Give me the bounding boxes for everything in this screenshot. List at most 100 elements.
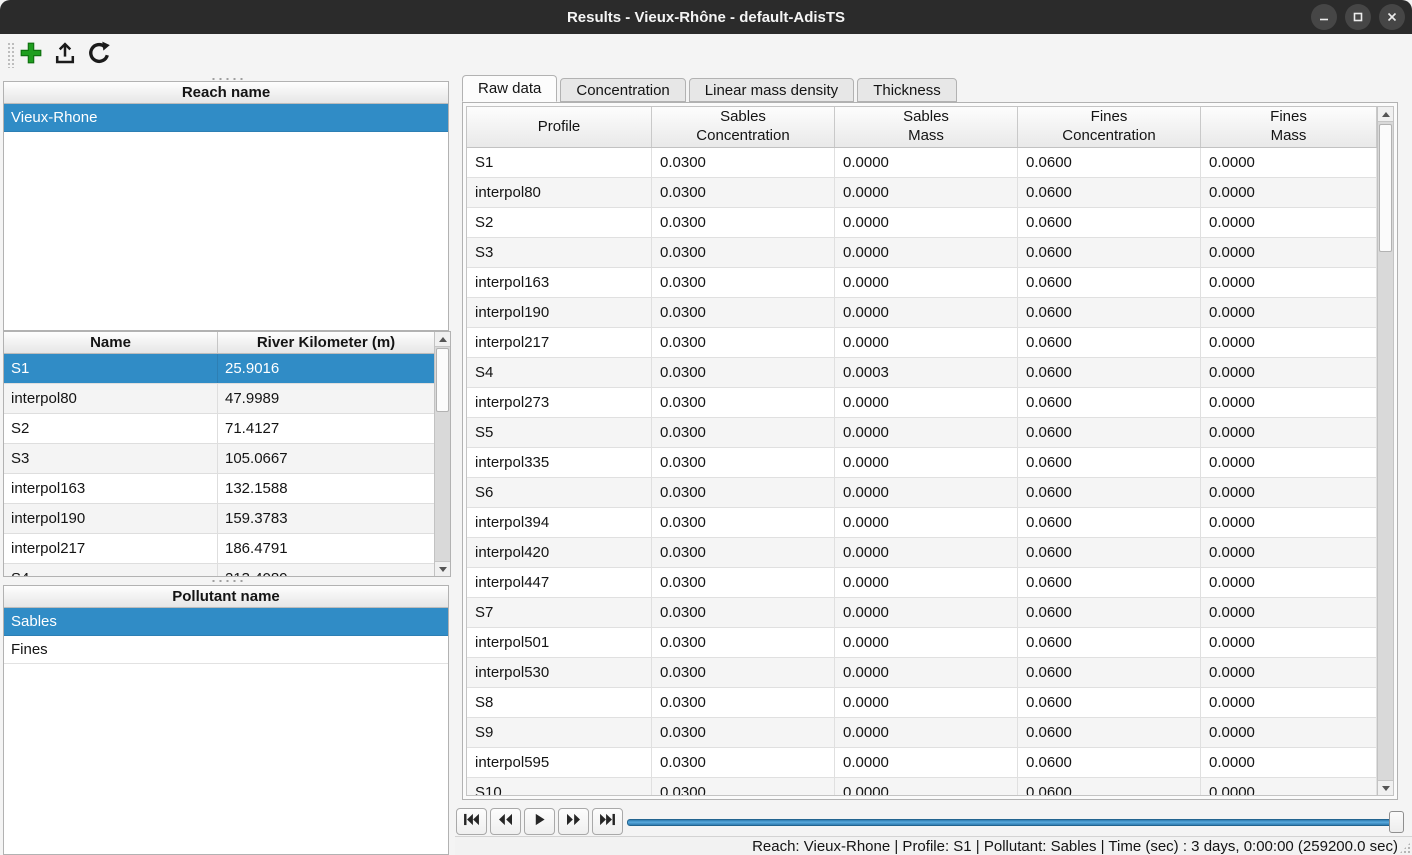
profile-row[interactable]: interpol8047.9989	[4, 384, 434, 414]
status-bar: Reach: Vieux-Rhone | Profile: S1 | Pollu…	[455, 836, 1412, 855]
table-cell: interpol595	[467, 748, 652, 777]
scrollbar-thumb[interactable]	[436, 348, 449, 412]
maximize-button[interactable]	[1345, 4, 1371, 30]
close-button[interactable]	[1379, 4, 1405, 30]
table-cell: 0.0000	[1201, 208, 1377, 237]
profile-row[interactable]: S4213.4089	[4, 564, 434, 576]
seek-backward-button[interactable]	[490, 808, 521, 835]
profile-row[interactable]: interpol163132.1588	[4, 474, 434, 504]
header-line: Profile	[538, 118, 581, 137]
table-cell: 0.0300	[652, 478, 835, 507]
reach-panel: Reach name Vieux-Rhone	[3, 81, 449, 331]
table-cell: 0.0000	[1201, 508, 1377, 537]
add-button[interactable]	[16, 40, 46, 70]
table-cell: S8	[467, 688, 652, 717]
profile-name-cell: interpol163	[4, 474, 218, 503]
table-cell: 0.0300	[652, 568, 835, 597]
table-row[interactable]: S80.03000.00000.06000.0000	[467, 688, 1377, 718]
table-row[interactable]: S30.03000.00000.06000.0000	[467, 238, 1377, 268]
window-controls	[1311, 4, 1405, 30]
table-row[interactable]: S20.03000.00000.06000.0000	[467, 208, 1377, 238]
profile-row[interactable]: S271.4127	[4, 414, 434, 444]
table-cell: 0.0000	[1201, 238, 1377, 267]
tab-raw-data[interactable]: Raw data	[462, 75, 557, 102]
table-cell: 0.0600	[1018, 598, 1201, 627]
table-row[interactable]: interpol5300.03000.00000.06000.0000	[467, 658, 1377, 688]
table-row[interactable]: S70.03000.00000.06000.0000	[467, 598, 1377, 628]
table-cell: S2	[467, 208, 652, 237]
splitter-handle[interactable]	[210, 578, 246, 582]
skip-backward-button[interactable]	[456, 808, 487, 835]
play-button[interactable]	[524, 808, 555, 835]
table-row[interactable]: interpol4200.03000.00000.06000.0000	[467, 538, 1377, 568]
results-column-header[interactable]: SablesMass	[835, 107, 1018, 147]
table-row[interactable]: interpol2170.03000.00000.06000.0000	[467, 328, 1377, 358]
skip-forward-button[interactable]	[592, 808, 623, 835]
results-column-header[interactable]: SablesConcentration	[652, 107, 835, 147]
table-row[interactable]: S10.03000.00000.06000.0000	[467, 148, 1377, 178]
profile-row[interactable]: S3105.0667	[4, 444, 434, 474]
results-column-header[interactable]: FinesConcentration	[1018, 107, 1201, 147]
tab-linear-mass-density[interactable]: Linear mass density	[689, 78, 854, 102]
table-row[interactable]: S100.03000.00000.06000.0000	[467, 778, 1377, 796]
tab-thickness[interactable]: Thickness	[857, 78, 957, 102]
table-cell: 0.0600	[1018, 538, 1201, 567]
table-cell: S7	[467, 598, 652, 627]
table-row[interactable]: interpol800.03000.00000.06000.0000	[467, 178, 1377, 208]
table-row[interactable]: interpol2730.03000.00000.06000.0000	[467, 388, 1377, 418]
table-cell: interpol530	[467, 658, 652, 687]
table-row[interactable]: interpol5950.03000.00000.06000.0000	[467, 748, 1377, 778]
time-slider-handle[interactable]	[1389, 811, 1404, 833]
pollutant-panel: Pollutant name SablesFines	[3, 585, 449, 855]
table-cell: 0.0000	[1201, 298, 1377, 327]
toolbar-drag-handle[interactable]	[7, 42, 15, 68]
results-column-header[interactable]: FinesMass	[1201, 107, 1377, 147]
table-row[interactable]: interpol1630.03000.00000.06000.0000	[467, 268, 1377, 298]
table-cell: interpol217	[467, 328, 652, 357]
seek-forward-button[interactable]	[558, 808, 589, 835]
close-icon	[1386, 11, 1398, 23]
scroll-up-icon[interactable]	[435, 332, 450, 347]
table-cell: 0.0600	[1018, 778, 1201, 796]
profile-row[interactable]: S125.9016	[4, 354, 434, 384]
pollutant-item[interactable]: Sables	[4, 608, 448, 636]
scroll-up-icon[interactable]	[1378, 107, 1393, 122]
profiles-column-header[interactable]: River Kilometer (m)	[218, 332, 434, 353]
results-scrollbar[interactable]	[1377, 107, 1393, 795]
resize-grip[interactable]	[1399, 842, 1411, 854]
table-row[interactable]: interpol1900.03000.00000.06000.0000	[467, 298, 1377, 328]
profiles-scrollbar[interactable]	[434, 332, 450, 576]
profiles-column-header[interactable]: Name	[4, 332, 218, 353]
table-row[interactable]: interpol3350.03000.00000.06000.0000	[467, 448, 1377, 478]
table-cell: 0.0000	[1201, 778, 1377, 796]
results-column-header[interactable]: Profile	[467, 107, 652, 147]
table-cell: 0.0000	[835, 598, 1018, 627]
app-window: Results - Vieux-Rhône - default-AdisTS R…	[0, 0, 1412, 855]
table-row[interactable]: interpol3940.03000.00000.06000.0000	[467, 508, 1377, 538]
table-row[interactable]: interpol5010.03000.00000.06000.0000	[467, 628, 1377, 658]
scrollbar-thumb[interactable]	[1379, 124, 1392, 252]
table-row[interactable]: S40.03000.00030.06000.0000	[467, 358, 1377, 388]
scroll-down-icon[interactable]	[435, 561, 450, 576]
tab-concentration[interactable]: Concentration	[560, 78, 685, 102]
scroll-down-icon[interactable]	[1378, 780, 1393, 795]
profile-row[interactable]: interpol217186.4791	[4, 534, 434, 564]
export-button[interactable]	[50, 40, 80, 70]
table-row[interactable]: S60.03000.00000.06000.0000	[467, 478, 1377, 508]
table-cell: 0.0300	[652, 178, 835, 207]
time-slider[interactable]	[627, 814, 1404, 830]
refresh-button[interactable]	[84, 40, 114, 70]
splitter-handle[interactable]	[210, 76, 246, 80]
table-row[interactable]: S50.03000.00000.06000.0000	[467, 418, 1377, 448]
table-cell: interpol394	[467, 508, 652, 537]
table-cell: 0.0600	[1018, 448, 1201, 477]
profile-row[interactable]: interpol190159.3783	[4, 504, 434, 534]
table-cell: 0.0600	[1018, 208, 1201, 237]
pollutant-item[interactable]: Fines	[4, 636, 448, 664]
profiles-table-header: NameRiver Kilometer (m)	[4, 332, 434, 354]
reach-item[interactable]: Vieux-Rhone	[4, 104, 448, 132]
table-row[interactable]: interpol4470.03000.00000.06000.0000	[467, 568, 1377, 598]
header-line: Fines	[1091, 108, 1128, 127]
table-row[interactable]: S90.03000.00000.06000.0000	[467, 718, 1377, 748]
minimize-button[interactable]	[1311, 4, 1337, 30]
